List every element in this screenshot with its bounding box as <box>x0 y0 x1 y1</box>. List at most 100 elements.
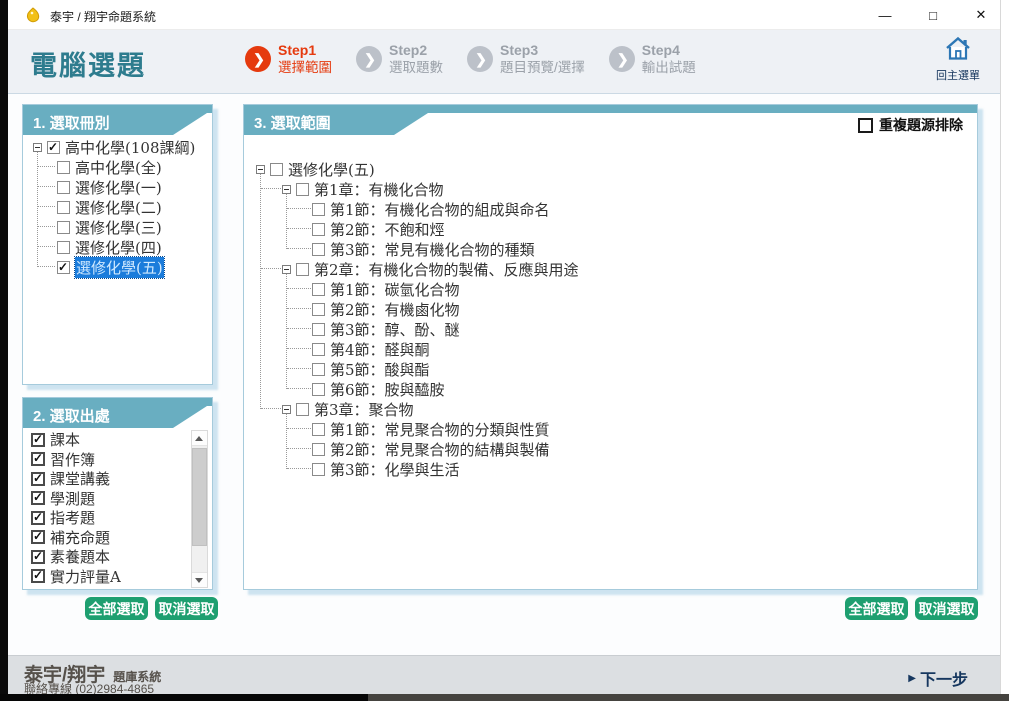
checkbox-checked[interactable] <box>57 261 70 274</box>
source-item[interactable]: 實力評量A <box>27 567 208 587</box>
collapse-icon[interactable] <box>282 265 291 274</box>
checkbox-unchecked[interactable] <box>312 323 325 336</box>
tree-node[interactable]: 選修化學(二) <box>31 197 208 217</box>
tree-node-label[interactable]: 第1節：碳氫化合物 <box>330 279 460 300</box>
tree-node-label[interactable]: 第3節：常見有機化合物的種類 <box>330 239 535 260</box>
checkbox-unchecked[interactable] <box>57 221 70 234</box>
source-item[interactable]: 補充命題 <box>27 528 208 548</box>
tree-node-label[interactable]: 第2節：有機鹵化物 <box>330 299 460 320</box>
tree-node-section[interactable]: 第1節：常見聚合物的分類與性質 <box>252 419 961 439</box>
tree-node-section[interactable]: 第2節：不飽和烴 <box>252 219 961 239</box>
collapse-icon[interactable] <box>282 185 291 194</box>
next-step-button[interactable]: ▶ 下一步 <box>908 666 968 690</box>
checkbox-unchecked[interactable] <box>57 241 70 254</box>
tree-node-label[interactable]: 第2節：常見聚合物的結構與製備 <box>330 439 550 460</box>
tree-node-section[interactable]: 第2節：有機鹵化物 <box>252 299 961 319</box>
minimize-button[interactable]: — <box>876 8 894 23</box>
tree-node-root[interactable]: 高中化學(108課綱) <box>31 137 208 157</box>
tree-node[interactable]: 選修化學(一) <box>31 177 208 197</box>
checkbox-unchecked[interactable] <box>57 161 70 174</box>
scrollbar[interactable] <box>191 430 208 588</box>
tree-node-label[interactable]: 第1章：有機化合物 <box>314 179 444 200</box>
close-button[interactable]: ✕ <box>972 7 990 23</box>
dedupe-option[interactable]: 重複題源排除 <box>858 115 963 135</box>
source-item[interactable]: 課堂講義 <box>27 469 208 489</box>
checkbox-unchecked[interactable] <box>296 403 309 416</box>
tree-node-label[interactable]: 第1節：常見聚合物的分類與性質 <box>330 419 550 440</box>
tree-node-label[interactable]: 選修化學(五) <box>288 159 375 180</box>
checkbox-checked[interactable] <box>31 491 45 505</box>
tree-node-section[interactable]: 第5節：酸與酯 <box>252 359 961 379</box>
tree-node-root[interactable]: 選修化學(五) <box>252 159 961 179</box>
checkbox-checked[interactable] <box>31 472 45 486</box>
deselect-sources-button[interactable]: 取消選取 <box>155 597 218 620</box>
tree-node-section[interactable]: 第1節：碳氫化合物 <box>252 279 961 299</box>
tree-node-section[interactable]: 第3節：化學與生活 <box>252 459 961 479</box>
collapse-icon[interactable] <box>282 405 291 414</box>
tree-node-label[interactable]: 選修化學(一) <box>75 177 162 198</box>
checkbox-checked[interactable] <box>31 433 45 447</box>
tree-node-chapter[interactable]: 第1章：有機化合物 <box>252 179 961 199</box>
source-item[interactable]: 課本 <box>27 430 208 450</box>
home-menu-button[interactable]: 回主選單 <box>930 36 986 83</box>
source-item[interactable]: 素養題本 <box>27 547 208 567</box>
tree-node-label[interactable]: 高中化學(108課綱) <box>65 137 195 158</box>
checkbox-unchecked[interactable] <box>312 203 325 216</box>
tree-node-selected[interactable]: 選修化學(五) <box>31 257 208 277</box>
tree-node-chapter[interactable]: 第3章：聚合物 <box>252 399 961 419</box>
checkbox-unchecked[interactable] <box>296 183 309 196</box>
checkbox-unchecked[interactable] <box>312 223 325 236</box>
tree-node[interactable]: 選修化學(四) <box>31 237 208 257</box>
collapse-icon[interactable] <box>33 143 42 152</box>
tree-node-label[interactable]: 第2節：不飽和烴 <box>330 219 445 240</box>
tree-node-label[interactable]: 選修化學(二) <box>75 197 162 218</box>
checkbox-unchecked[interactable] <box>312 303 325 316</box>
checkbox-unchecked[interactable] <box>312 443 325 456</box>
tree-node-label[interactable]: 高中化學(全) <box>75 157 162 178</box>
checkbox-unchecked[interactable] <box>858 118 873 133</box>
scroll-down-icon[interactable] <box>192 572 207 587</box>
tree-node-label[interactable]: 第3節：化學與生活 <box>330 459 460 480</box>
checkbox-checked[interactable] <box>31 550 45 564</box>
checkbox-unchecked[interactable] <box>312 243 325 256</box>
checkbox-checked[interactable] <box>31 569 45 583</box>
source-item[interactable]: 習作簿 <box>27 450 208 470</box>
tree-node-label[interactable]: 第5節：酸與酯 <box>330 359 430 380</box>
tree-node-label[interactable]: 第3章：聚合物 <box>314 399 414 420</box>
checkbox-unchecked[interactable] <box>312 363 325 376</box>
checkbox-checked[interactable] <box>31 511 45 525</box>
tree-node-label[interactable]: 第3節：醇、酚、醚 <box>330 319 460 340</box>
checkbox-unchecked[interactable] <box>57 201 70 214</box>
source-item[interactable]: 學測題 <box>27 489 208 509</box>
scroll-up-icon[interactable] <box>192 431 207 446</box>
tree-node-section[interactable]: 第1節：有機化合物的組成與命名 <box>252 199 961 219</box>
checkbox-unchecked[interactable] <box>57 181 70 194</box>
select-all-scope-button[interactable]: 全部選取 <box>845 597 908 620</box>
tree-node-section[interactable]: 第3節：常見有機化合物的種類 <box>252 239 961 259</box>
checkbox-unchecked[interactable] <box>312 423 325 436</box>
checkbox-unchecked[interactable] <box>270 163 283 176</box>
tree-node-label[interactable]: 選修化學(五) <box>75 257 164 278</box>
checkbox-checked[interactable] <box>47 141 60 154</box>
maximize-button[interactable]: □ <box>924 8 942 23</box>
checkbox-unchecked[interactable] <box>312 343 325 356</box>
select-all-sources-button[interactable]: 全部選取 <box>85 597 148 620</box>
checkbox-unchecked[interactable] <box>312 463 325 476</box>
scrollbar-thumb[interactable] <box>192 448 207 546</box>
checkbox-checked[interactable] <box>31 530 45 544</box>
tree-node-label[interactable]: 選修化學(四) <box>75 237 162 258</box>
tree-node-label[interactable]: 第4節：醛與酮 <box>330 339 430 360</box>
checkbox-unchecked[interactable] <box>312 383 325 396</box>
checkbox-checked[interactable] <box>31 452 45 466</box>
checkbox-unchecked[interactable] <box>312 283 325 296</box>
tree-node[interactable]: 高中化學(全) <box>31 157 208 177</box>
tree-node-section[interactable]: 第6節：胺與醯胺 <box>252 379 961 399</box>
tree-node-label[interactable]: 第1節：有機化合物的組成與命名 <box>330 199 550 220</box>
tree-node-section[interactable]: 第2節：常見聚合物的結構與製備 <box>252 439 961 459</box>
tree-node-label[interactable]: 第6節：胺與醯胺 <box>330 379 445 400</box>
tree-node-chapter[interactable]: 第2章：有機化合物的製備、反應與用途 <box>252 259 961 279</box>
deselect-scope-button[interactable]: 取消選取 <box>915 597 978 620</box>
tree-node[interactable]: 選修化學(三) <box>31 217 208 237</box>
tree-node-section[interactable]: 第3節：醇、酚、醚 <box>252 319 961 339</box>
tree-node-label[interactable]: 第2章：有機化合物的製備、反應與用途 <box>314 259 579 280</box>
